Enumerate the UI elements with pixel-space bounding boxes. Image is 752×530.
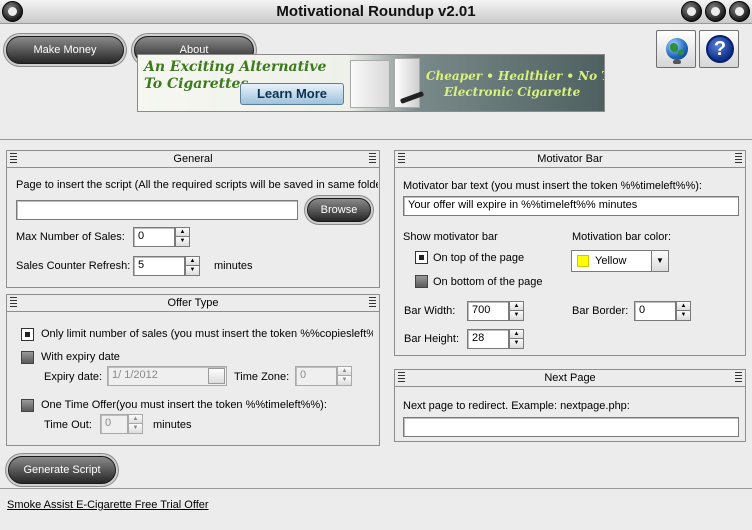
bar-border-stepper[interactable]: ▲ ▼ xyxy=(676,301,691,321)
top-position-radio[interactable] xyxy=(415,251,428,264)
panel-title: Motivator Bar xyxy=(395,151,745,168)
learn-more-button[interactable]: Learn More xyxy=(240,83,344,105)
expiry-date-input[interactable]: 1/ 1/2012 xyxy=(107,366,227,386)
one-time-offer-label: One Time Offer(you must insert the token… xyxy=(41,399,327,411)
refresh-stepper[interactable]: ▲ ▼ xyxy=(185,256,200,276)
banner-subheadline: To Cigarettes xyxy=(144,76,249,92)
offer-type-panel: Offer Type Only limit number of sales (y… xyxy=(6,294,380,446)
bar-width-stepper[interactable]: ▲ ▼ xyxy=(509,301,524,321)
page-script-label: Page to insert the script (All the requi… xyxy=(16,179,378,191)
globe-button[interactable] xyxy=(656,30,696,68)
close-icon[interactable] xyxy=(729,1,750,22)
panel-title: Next Page xyxy=(395,370,745,387)
bar-color-label: Motivation bar color: xyxy=(572,231,672,243)
expiry-date-label: Expiry date: xyxy=(44,371,103,383)
calendar-dropdown-icon[interactable] xyxy=(208,368,225,384)
motivator-text-input[interactable]: Your offer will expire in %%timeleft%% m… xyxy=(403,196,739,216)
title-bar: Motivational Roundup v2.01 xyxy=(0,0,752,24)
grip-icon xyxy=(398,153,405,164)
max-sales-stepper[interactable]: ▲ ▼ xyxy=(175,227,190,247)
general-panel: General Page to insert the script (All t… xyxy=(6,150,380,288)
max-sales-label: Max Number of Sales: xyxy=(16,231,125,243)
show-bar-label: Show motivator bar xyxy=(403,231,498,243)
banner-product-name: Electronic Cigarette xyxy=(444,85,581,99)
panel-title: Offer Type xyxy=(7,295,379,312)
refresh-input[interactable]: 5 xyxy=(133,256,185,276)
refresh-unit: minutes xyxy=(214,260,253,272)
globe-icon xyxy=(666,38,688,60)
panel-title: General xyxy=(7,151,379,168)
grip-icon xyxy=(10,297,17,308)
timeout-label: Time Out: xyxy=(44,419,92,431)
minimize-icon[interactable] xyxy=(681,1,702,22)
browse-button[interactable]: Browse xyxy=(307,198,371,222)
banner-headline: An Exciting Alternative xyxy=(144,59,327,75)
grip-icon xyxy=(735,153,742,164)
timezone-label: Time Zone: xyxy=(234,371,290,383)
timeout-input[interactable]: 0 xyxy=(100,414,128,434)
grip-icon xyxy=(369,153,376,164)
expiry-date-value: 1/ 1/2012 xyxy=(112,369,158,381)
limit-sales-checkbox[interactable] xyxy=(21,328,34,341)
motivator-text-label: Motivator bar text (you must insert the … xyxy=(403,180,702,192)
top-position-label: On top of the page xyxy=(433,252,525,264)
grip-icon xyxy=(369,297,376,308)
timezone-stepper[interactable]: ▲ ▼ xyxy=(337,366,352,386)
refresh-label: Sales Counter Refresh: xyxy=(16,260,131,272)
grip-icon xyxy=(10,153,17,164)
window-title: Motivational Roundup v2.01 xyxy=(276,3,476,20)
footer-divider xyxy=(0,488,752,489)
generate-script-button[interactable]: Generate Script xyxy=(8,456,116,484)
toolbar: Make Money About ? An Exciting Alternati… xyxy=(0,24,752,140)
bar-width-input[interactable]: 700 xyxy=(467,301,509,321)
bar-width-label: Bar Width: xyxy=(404,305,456,317)
next-page-panel: Next Page Next page to redirect. Example… xyxy=(394,369,746,442)
timeout-stepper[interactable]: ▲ ▼ xyxy=(128,414,143,434)
bottom-position-label: On bottom of the page xyxy=(433,276,543,288)
next-page-input[interactable] xyxy=(403,417,739,437)
help-button[interactable]: ? xyxy=(699,30,739,68)
motivator-bar-panel: Motivator Bar Motivator bar text (you mu… xyxy=(394,150,746,356)
max-sales-input[interactable]: 0 xyxy=(133,227,175,247)
grip-icon xyxy=(735,372,742,383)
next-page-label: Next page to redirect. Example: nextpage… xyxy=(403,400,630,412)
limit-sales-label: Only limit number of sales (you must ins… xyxy=(41,328,373,340)
bar-height-input[interactable]: 28 xyxy=(467,329,509,349)
expiry-checkbox[interactable] xyxy=(21,351,34,364)
timezone-input[interactable]: 0 xyxy=(295,366,337,386)
bottom-position-radio[interactable] xyxy=(415,275,428,288)
bar-border-label: Bar Border: xyxy=(572,305,629,317)
color-swatch xyxy=(577,255,589,267)
banner-tagline: Cheaper • Healthier • No Tar xyxy=(426,69,605,83)
chevron-down-icon[interactable]: ▼ xyxy=(651,251,668,271)
maximize-icon[interactable] xyxy=(705,1,726,22)
make-money-button[interactable]: Make Money xyxy=(6,36,124,64)
footer-offer-link[interactable]: Smoke Assist E-Cigarette Free Trial Offe… xyxy=(7,499,209,511)
bar-height-label: Bar Height: xyxy=(404,333,460,345)
ad-banner[interactable]: An Exciting Alternative To Cigarettes Le… xyxy=(137,54,605,112)
product-box-image xyxy=(350,60,390,108)
page-script-input[interactable] xyxy=(16,200,298,220)
bar-color-value: Yellow xyxy=(595,255,627,267)
bar-border-input[interactable]: 0 xyxy=(634,301,676,321)
grip-icon xyxy=(398,372,405,383)
help-icon: ? xyxy=(706,35,734,63)
expiry-option-label: With expiry date xyxy=(41,351,120,363)
timeout-unit: minutes xyxy=(153,419,192,431)
one-time-offer-checkbox[interactable] xyxy=(21,399,34,412)
bar-height-stepper[interactable]: ▲ ▼ xyxy=(509,329,524,349)
globe-stand xyxy=(673,60,681,64)
bar-color-select[interactable]: Yellow ▼ xyxy=(571,250,669,272)
